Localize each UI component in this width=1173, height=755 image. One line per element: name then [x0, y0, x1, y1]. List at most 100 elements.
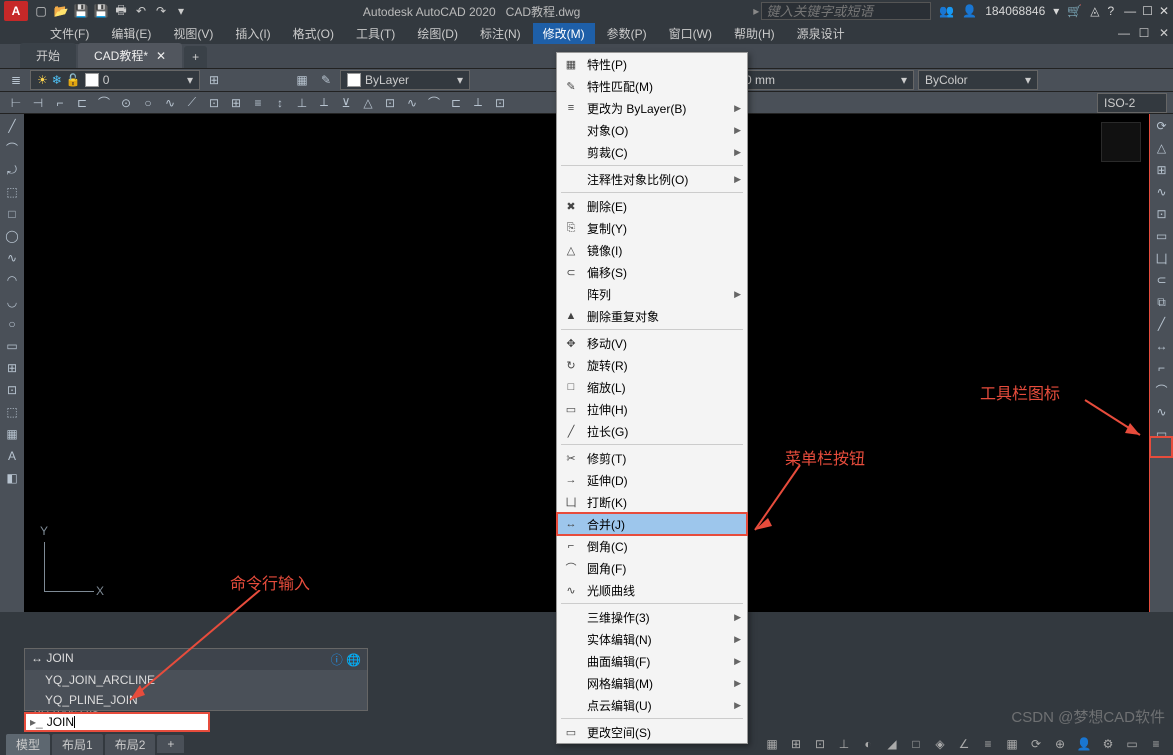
save-icon[interactable]: 💾 [72, 2, 90, 20]
menu-item-11[interactable]: ⊂偏移(S) [557, 261, 747, 283]
model-tab[interactable]: 模型 [6, 734, 50, 755]
globe-icon[interactable]: 🌐 [346, 653, 361, 667]
status-3dosnap-icon[interactable]: ◈ [929, 735, 951, 753]
menu-item-9[interactable]: ⎘复制(Y) [557, 217, 747, 239]
draw-tool-0[interactable]: ⊢ [6, 93, 26, 113]
tab-close-icon[interactable]: ✕ [156, 49, 166, 63]
left-tool-2[interactable]: ⤾ [2, 160, 22, 180]
search-input[interactable] [761, 2, 931, 20]
menu-item-15[interactable]: ✥移动(V) [557, 332, 747, 354]
tab-start[interactable]: 开始 [20, 43, 76, 68]
menu-item-1[interactable]: ✎特性匹配(M) [557, 75, 747, 97]
status-annoscale-icon[interactable]: 👤 [1073, 735, 1095, 753]
tab-cad-tutorial[interactable]: CAD教程* ✕ [78, 43, 182, 68]
menu-item-31[interactable]: 曲面编辑(F)▶ [557, 650, 747, 672]
info-icon[interactable]: ⓘ [331, 653, 343, 667]
menu-item-23[interactable]: 凵打断(K) [557, 491, 747, 513]
mdi-min-button[interactable]: — [1115, 24, 1133, 42]
left-tool-0[interactable]: ╱ [2, 116, 22, 136]
left-tool-11[interactable]: ⊞ [2, 358, 22, 378]
draw-tool-18[interactable]: ∿ [402, 93, 422, 113]
left-tool-3[interactable]: ⬚ [2, 182, 22, 202]
left-tool-13[interactable]: ⬚ [2, 402, 22, 422]
status-lwt-icon[interactable]: ≡ [977, 735, 999, 753]
menu-item-8[interactable]: ✖删除(E) [557, 195, 747, 217]
draw-tool-17[interactable]: ⊡ [380, 93, 400, 113]
plot-icon[interactable]: 🖶 [112, 2, 130, 20]
open-icon[interactable]: 📂 [52, 2, 70, 20]
new-icon[interactable]: ▢ [32, 2, 50, 20]
menu-item-17[interactable]: □缩放(L) [557, 376, 747, 398]
menu-item-29[interactable]: 三维操作(3)▶ [557, 606, 747, 628]
draw-tool-5[interactable]: ⊙ [116, 93, 136, 113]
menu-item-35[interactable]: ▭更改空间(S) [557, 721, 747, 743]
draw-tool-4[interactable]: ⌒ [94, 93, 114, 113]
saveas-icon[interactable]: 💾 [92, 2, 110, 20]
right-tool-7[interactable]: ⊂ [1152, 270, 1172, 290]
menu-item-18[interactable]: ▭拉伸(H) [557, 398, 747, 420]
right-tool-12[interactable]: ⌒ [1152, 380, 1172, 400]
color-dropdown[interactable]: ByColor ▾ [918, 70, 1038, 90]
right-tool-3[interactable]: ∿ [1152, 182, 1172, 202]
right-tool-11[interactable]: ⌐ [1152, 358, 1172, 378]
right-tool-5[interactable]: ▭ [1152, 226, 1172, 246]
draw-tool-21[interactable]: ⟂ [468, 93, 488, 113]
menu-item-22[interactable]: →延伸(D) [557, 469, 747, 491]
layout-tab-2[interactable]: 布局2 [105, 734, 156, 755]
menu-item-4[interactable]: 剪裁(C)▶ [557, 141, 747, 163]
user-id[interactable]: 184068846 [985, 4, 1045, 18]
right-tool-6[interactable]: 凵 [1152, 248, 1172, 268]
menu-6[interactable]: 绘图(D) [407, 23, 468, 44]
tab-add-button[interactable]: + [184, 46, 207, 68]
menu-item-27[interactable]: ∿光顺曲线 [557, 579, 747, 601]
menu-2[interactable]: 视图(V) [163, 23, 223, 44]
menu-item-26[interactable]: ⌒圆角(F) [557, 557, 747, 579]
menu-item-33[interactable]: 点云编辑(U)▶ [557, 694, 747, 716]
left-tool-9[interactable]: ○ [2, 314, 22, 334]
status-snap-icon[interactable]: ⊡ [809, 735, 831, 753]
viewcube[interactable] [1101, 122, 1141, 162]
apps-icon[interactable]: ◬ [1090, 4, 1099, 18]
help-icon[interactable]: ? [1107, 4, 1114, 18]
menu-item-12[interactable]: 阵列▶ [557, 283, 747, 305]
menu-5[interactable]: 工具(T) [346, 23, 405, 44]
command-line[interactable]: ▸_ JOIN [24, 712, 210, 732]
suggest-head[interactable]: JOIN [46, 651, 73, 665]
user-more-icon[interactable]: ▾ [1053, 4, 1059, 18]
menu-item-24[interactable]: ↔合并(J) [557, 513, 747, 535]
left-tool-16[interactable]: ◧ [2, 468, 22, 488]
layer-match-icon[interactable]: ⊞ [204, 70, 224, 90]
draw-tool-7[interactable]: ∿ [160, 93, 180, 113]
status-ws-icon[interactable]: ⚙ [1097, 735, 1119, 753]
status-model-icon[interactable]: ▦ [761, 735, 783, 753]
layer-tools-icon[interactable]: ≣ [6, 70, 26, 90]
draw-tool-12[interactable]: ↕ [270, 93, 290, 113]
cart-icon[interactable]: 🛒 [1067, 4, 1082, 18]
draw-tool-2[interactable]: ⌐ [50, 93, 70, 113]
right-tool-10[interactable]: ↔ [1152, 336, 1172, 356]
right-tool-2[interactable]: ⊞ [1152, 160, 1172, 180]
menu-1[interactable]: 编辑(E) [101, 23, 161, 44]
signin-icon[interactable]: 👤 [962, 4, 977, 18]
draw-tool-16[interactable]: △ [358, 93, 378, 113]
draw-tool-11[interactable]: ≡ [248, 93, 268, 113]
draw-tool-19[interactable]: ⌒ [424, 93, 444, 113]
draw-tool-20[interactable]: ⊏ [446, 93, 466, 113]
left-tool-12[interactable]: ⊡ [2, 380, 22, 400]
menu-9[interactable]: 参数(P) [597, 23, 657, 44]
right-tool-4[interactable]: ⊡ [1152, 204, 1172, 224]
left-tool-5[interactable]: ◯ [2, 226, 22, 246]
linetype-dropdown[interactable]: ByLayer ▾ [340, 70, 470, 90]
right-tool-9[interactable]: ╱ [1152, 314, 1172, 334]
add-layout-button[interactable]: + [157, 735, 184, 753]
status-custom-icon[interactable]: ≡ [1145, 735, 1167, 753]
draw-tool-3[interactable]: ⊏ [72, 93, 92, 113]
mdi-close-button[interactable]: ✕ [1155, 24, 1173, 42]
minimize-button[interactable]: — [1124, 4, 1136, 18]
left-tool-7[interactable]: ◠ [2, 270, 22, 290]
menu-item-25[interactable]: ⌐倒角(C) [557, 535, 747, 557]
menu-3[interactable]: 插入(I) [225, 23, 280, 44]
menu-item-13[interactable]: ▲删除重复对象 [557, 305, 747, 327]
left-tool-8[interactable]: ◡ [2, 292, 22, 312]
menu-12[interactable]: 源泉设计 [787, 23, 855, 44]
